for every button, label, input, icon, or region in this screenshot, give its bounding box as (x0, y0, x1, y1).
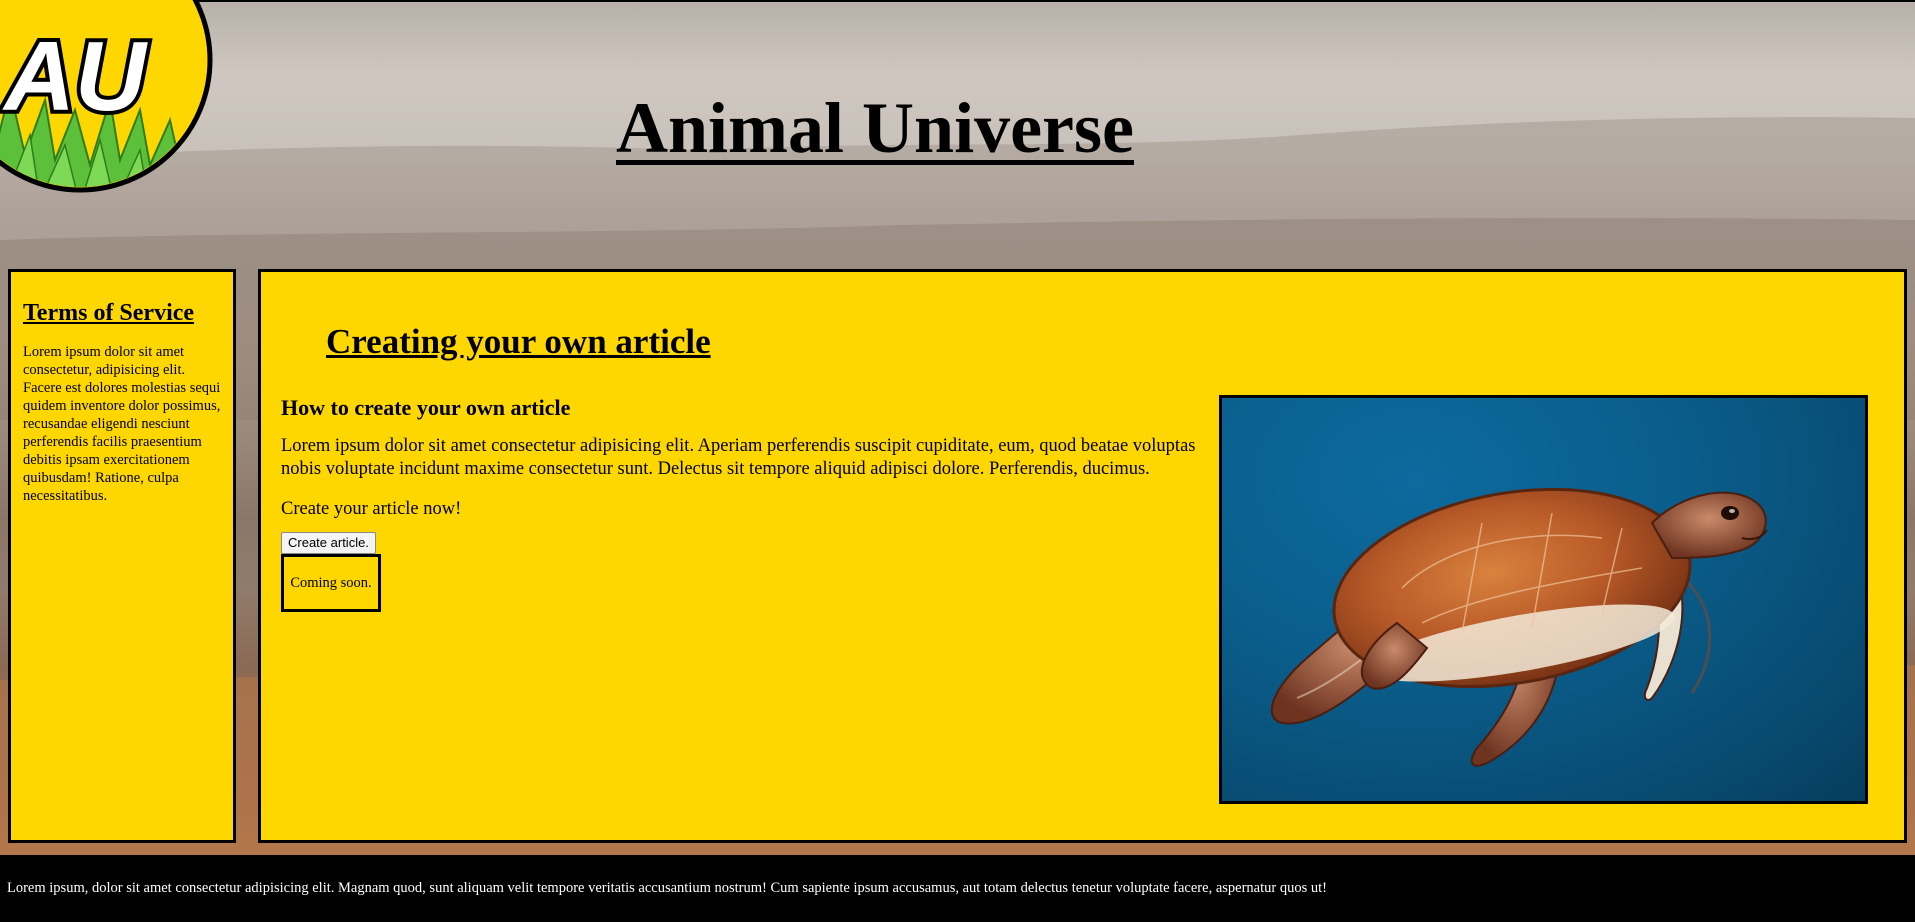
sidebar-body: Lorem ipsum dolor sit amet consectetur, … (23, 344, 221, 504)
logo-text: AU (1, 21, 148, 131)
sea-turtle-illustration (1270, 487, 1768, 767)
article-heading: Creating your own article (326, 322, 711, 361)
main-panel: Creating your own article How to create … (258, 269, 1907, 843)
article-content: How to create your own article Lorem ips… (281, 395, 1226, 612)
site-logo[interactable]: AU (0, 0, 235, 235)
top-border (0, 0, 1915, 2)
article-body: Lorem ipsum dolor sit amet consectetur a… (281, 436, 1196, 479)
coming-soon-box: Coming soon. (281, 554, 381, 612)
coming-soon-text: Coming soon. (290, 574, 372, 591)
create-article-button[interactable]: Create article. (281, 532, 376, 554)
sidebar-panel: Terms of Service Lorem ipsum dolor sit a… (8, 269, 236, 843)
footer-text: Lorem ipsum, dolor sit amet consectetur … (7, 880, 1327, 896)
page-footer: Lorem ipsum, dolor sit amet consectetur … (0, 855, 1915, 922)
sea-turtle-image (1219, 395, 1868, 804)
article-cta: Create your article now! (281, 499, 462, 519)
sidebar-heading: Terms of Service (23, 300, 195, 326)
article-subheading: How to create your own article (281, 395, 571, 420)
site-title: Animal Universe (616, 88, 1134, 168)
